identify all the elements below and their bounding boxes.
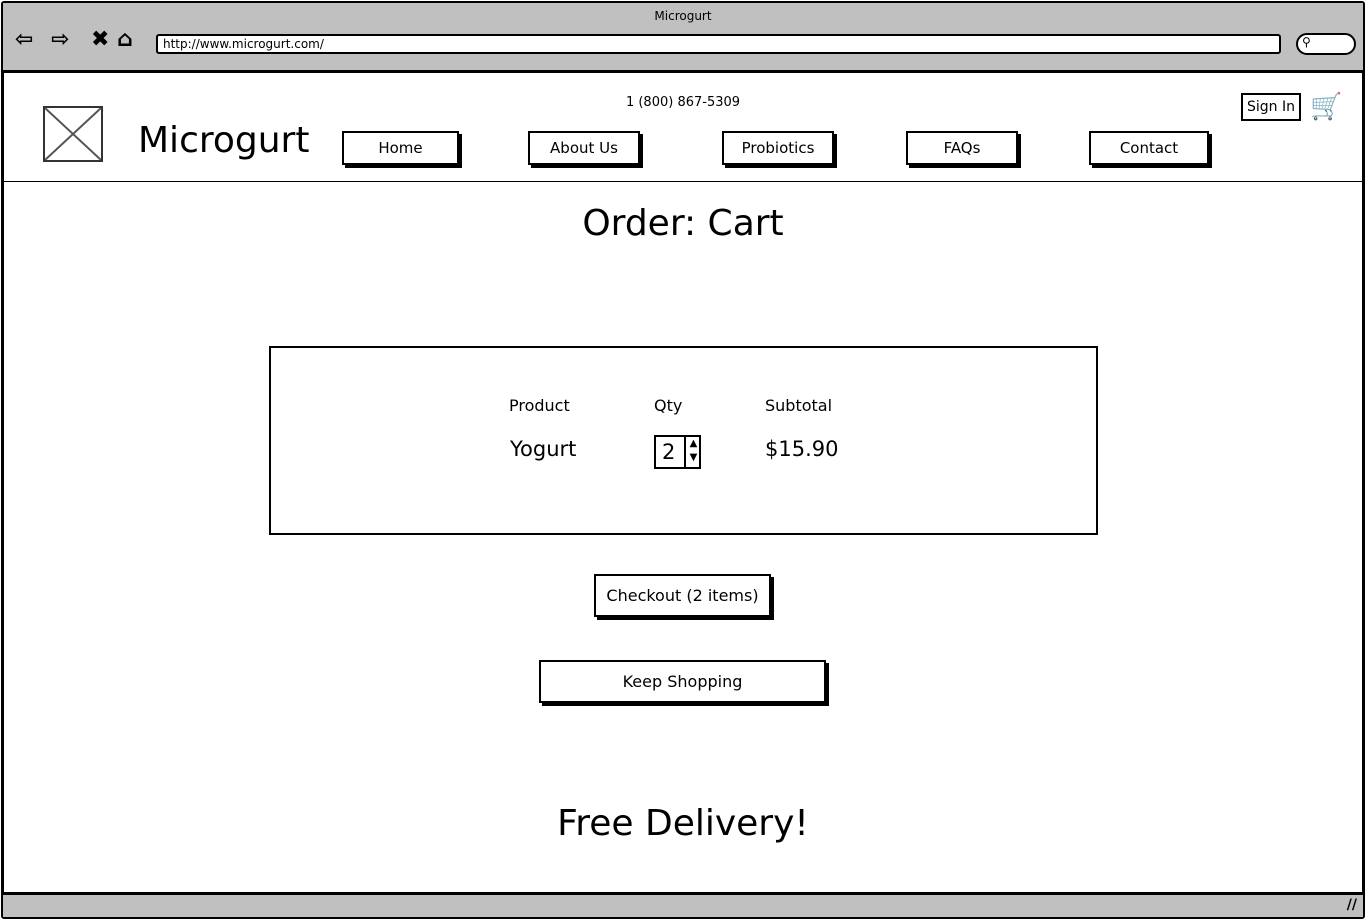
quantity-stepper[interactable]: 2 ▲ ▼ <box>654 435 701 469</box>
checkout-button[interactable]: Checkout (2 items) <box>594 574 771 617</box>
header-qty: Qty <box>654 396 683 415</box>
item-product: Yogurt <box>510 437 577 461</box>
cart-icon[interactable]: 🛒 <box>1310 92 1342 122</box>
item-subtotal: $15.90 <box>765 437 839 461</box>
url-bar[interactable]: http://www.microgurt.com/ <box>156 34 1281 54</box>
back-icon[interactable]: ⇦ <box>15 27 33 52</box>
search-icon: ⚲ <box>1302 35 1311 49</box>
stepper-arrows-icon[interactable]: ▲ ▼ <box>684 437 701 467</box>
nav-faqs[interactable]: FAQs <box>906 131 1018 165</box>
quantity-value: 2 <box>662 440 676 464</box>
free-delivery-banner: Free Delivery! <box>557 803 809 844</box>
window-title: Microgurt <box>654 9 712 23</box>
search-box[interactable]: ⚲ <box>1296 33 1356 55</box>
phone-number: 1 (800) 867-5309 <box>625 95 741 110</box>
status-bar: // <box>3 892 1363 917</box>
browser-toolbar: Microgurt ⇦ ⇨ ✖ ⌂ http://www.microgurt.c… <box>3 3 1363 73</box>
nav-home[interactable]: Home <box>342 131 459 165</box>
page-title: Order: Cart <box>582 203 784 244</box>
forward-icon[interactable]: ⇨ <box>51 27 69 52</box>
header-subtotal: Subtotal <box>765 396 833 415</box>
nav-about-us[interactable]: About Us <box>528 131 640 165</box>
logo-placeholder <box>43 106 103 162</box>
keep-shopping-button[interactable]: Keep Shopping <box>539 660 826 703</box>
resize-grip-icon[interactable]: // <box>1347 897 1357 913</box>
sign-in-button[interactable]: Sign In <box>1241 93 1301 121</box>
header-product: Product <box>509 396 570 415</box>
header-divider <box>3 181 1363 182</box>
brand-name: Microgurt <box>138 120 310 161</box>
nav-probiotics[interactable]: Probiotics <box>722 131 834 165</box>
home-icon[interactable]: ⌂ <box>117 27 133 52</box>
nav-contact[interactable]: Contact <box>1089 131 1209 165</box>
stop-icon[interactable]: ✖ <box>91 27 109 52</box>
